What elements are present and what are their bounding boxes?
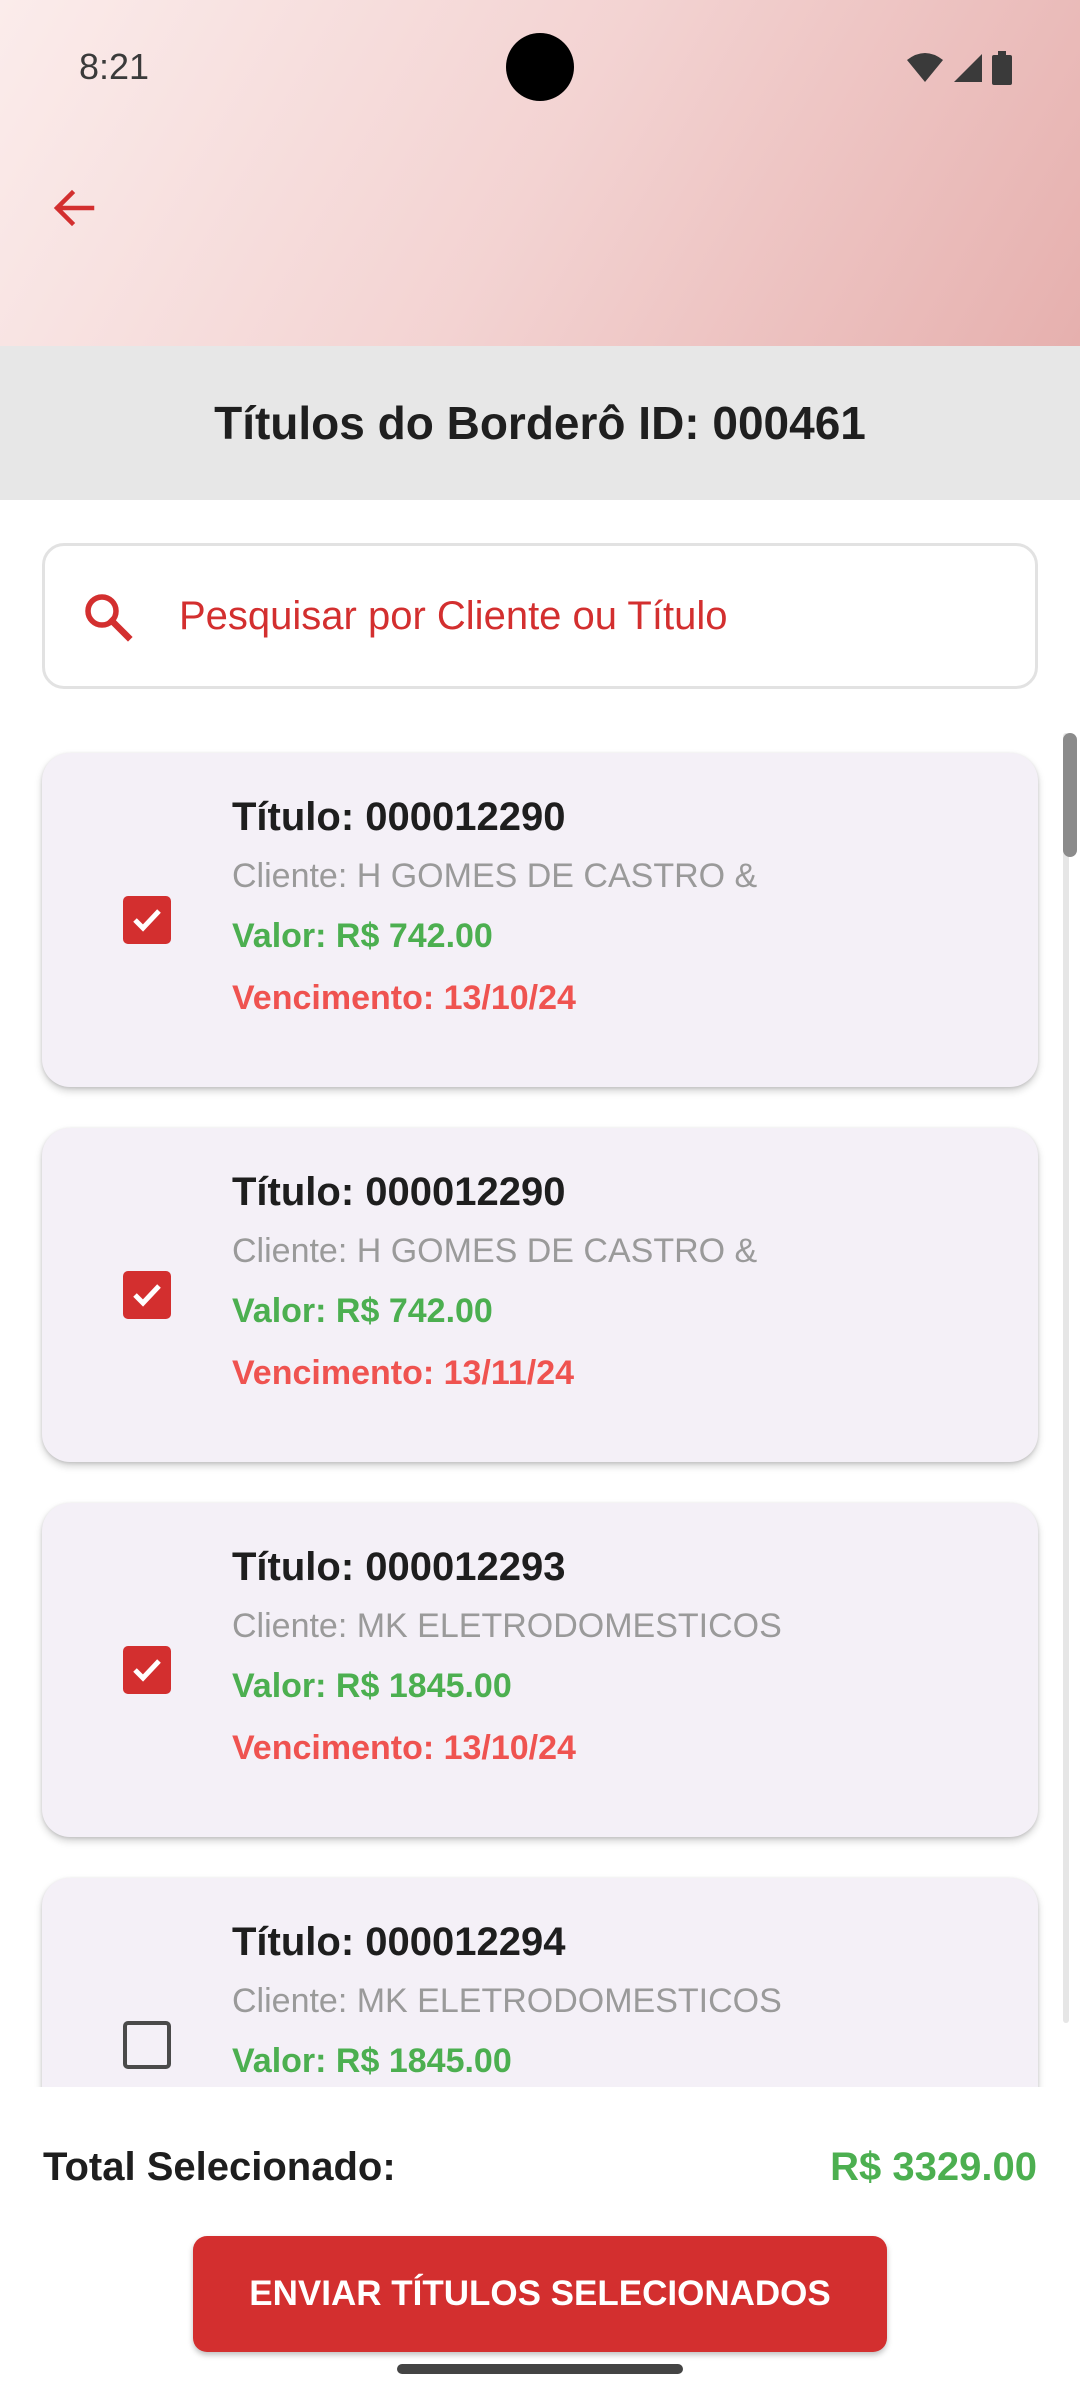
title-client: Cliente: H GOMES DE CASTRO & <box>232 857 758 895</box>
title-number: Título: 000012290 <box>232 1170 566 1214</box>
title-number: Título: 000012293 <box>232 1545 566 1589</box>
title-card[interactable]: Título: 000012290 Cliente: H GOMES DE CA… <box>42 1128 1038 1462</box>
title-checkbox[interactable] <box>123 1271 171 1319</box>
check-icon <box>133 909 161 932</box>
title-value: Valor: R$ 1845.00 <box>232 1667 512 1705</box>
wifi-icon <box>907 53 943 82</box>
title-card[interactable]: Título: 000012293 Cliente: MK ELETRODOME… <box>42 1503 1038 1837</box>
title-checkbox[interactable] <box>123 1646 171 1694</box>
check-icon <box>133 1659 161 1682</box>
title-value: Valor: R$ 742.00 <box>232 917 493 955</box>
arrow-left-icon <box>53 189 95 227</box>
title-client: Cliente: MK ELETRODOMESTICOS <box>232 1982 782 2020</box>
search-icon <box>85 594 133 642</box>
battery-icon <box>992 51 1012 85</box>
title-card[interactable]: Título: 000012294 Cliente: MK ELETRODOME… <box>42 1878 1038 2087</box>
status-icons <box>906 50 1012 86</box>
search-box[interactable] <box>42 543 1038 689</box>
title-card[interactable]: Título: 000012290 Cliente: H GOMES DE CA… <box>42 753 1038 1087</box>
home-indicator[interactable] <box>397 2364 683 2374</box>
title-checkbox[interactable] <box>123 896 171 944</box>
title-value: Valor: R$ 1845.00 <box>232 2042 512 2080</box>
title-due-date: Vencimento: 13/10/24 <box>232 979 576 1017</box>
total-label: Total Selecionado: <box>43 2145 396 2189</box>
scrollbar-thumb[interactable] <box>1063 733 1077 857</box>
titles-list[interactable]: Título: 000012290 Cliente: H GOMES DE CA… <box>0 742 1080 2087</box>
title-number: Título: 000012294 <box>232 1920 566 1964</box>
search-input[interactable] <box>179 593 1035 639</box>
title-client: Cliente: H GOMES DE CASTRO & <box>232 1232 758 1270</box>
title-checkbox[interactable] <box>123 2021 171 2069</box>
title-value: Valor: R$ 742.00 <box>232 1292 493 1330</box>
title-bar: Títulos do Borderô ID: 000461 <box>0 346 1080 500</box>
title-number: Título: 000012290 <box>232 795 566 839</box>
scrollbar-track[interactable] <box>1063 733 1069 2023</box>
signal-icon <box>954 54 982 82</box>
back-button[interactable] <box>44 178 104 238</box>
camera-cutout <box>506 33 574 101</box>
title-due-date: Vencimento: 13/10/24 <box>232 1729 576 1767</box>
screen: 8:21 Títulos do Borderô ID: 000461 Pesqu… <box>0 0 1080 2400</box>
check-icon <box>133 1284 161 1307</box>
title-due-date: Vencimento: 13/11/24 <box>232 1354 575 1392</box>
page-title: Títulos do Borderô ID: 000461 <box>214 397 866 449</box>
status-time: 8:21 <box>79 46 150 87</box>
footer: Total Selecionado: R$ 3329.00 ENVIAR TÍT… <box>0 2087 1080 2400</box>
total-value: R$ 3329.00 <box>830 2145 1037 2189</box>
title-client: Cliente: MK ELETRODOMESTICOS <box>232 1607 782 1645</box>
app-header: 8:21 <box>0 0 1080 346</box>
send-selected-button[interactable]: ENVIAR TÍTULOS SELECIONADOS <box>193 2236 887 2352</box>
